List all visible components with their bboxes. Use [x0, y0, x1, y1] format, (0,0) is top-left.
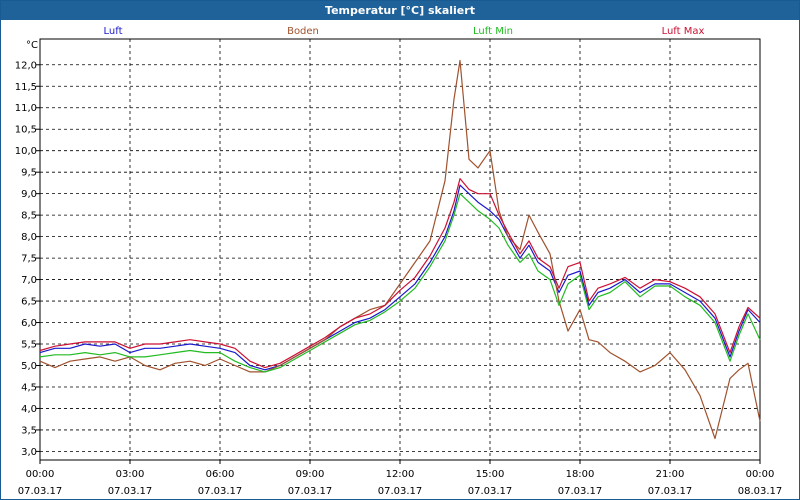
y-tick-label: 10,5	[15, 125, 37, 136]
x-tick-date-label: 07.03.17	[468, 486, 513, 497]
x-tick-date-label: 07.03.17	[558, 486, 603, 497]
y-tick-label: 12,0	[15, 60, 37, 71]
y-tick-label: 6,0	[21, 318, 37, 329]
y-tick-label: 8,0	[21, 232, 37, 243]
legend-entry: Luft Min	[473, 26, 513, 37]
y-tick-label: 3,0	[21, 447, 37, 458]
y-tick-label: 4,0	[21, 404, 37, 415]
x-tick-date-label: 07.03.17	[648, 486, 693, 497]
y-tick-label: 4,5	[21, 382, 37, 393]
x-tick-date-label: 07.03.17	[198, 486, 243, 497]
y-tick-label: 8,5	[21, 211, 37, 222]
legend: Luft Boden Luft Min Luft Max	[104, 26, 705, 37]
y-tick-label: 10,0	[15, 146, 37, 157]
x-tick-time-label: 00:00	[26, 469, 55, 480]
x-tick-time-label: 00:00	[746, 469, 775, 480]
y-tick-label: 7,5	[21, 254, 37, 265]
y-tick-label: 11,0	[15, 103, 37, 114]
x-tick-date-label: 07.03.17	[18, 486, 63, 497]
x-tick-date-label: 07.03.17	[108, 486, 153, 497]
x-tick-date-label: 07.03.17	[378, 486, 423, 497]
x-tick-time-label: 09:00	[296, 469, 325, 480]
x-axis: 00:00 07.03.17 03:00 07.03.17 06:00 07.03.17 0…	[18, 460, 783, 497]
x-tick-time-label: 12:00	[386, 469, 415, 480]
temperature-chart: 3,0 3,5 4,0 4,5 5,0 5,5 6,0 6,5 7,0 7,5 8,0 8,5 9,0 9…	[15, 26, 783, 497]
x-tick-time-label: 21:00	[656, 469, 685, 480]
x-tick-time-label: 06:00	[206, 469, 235, 480]
y-tick-label: 7,0	[21, 275, 37, 286]
x-tick-time-label: 15:00	[476, 469, 505, 480]
legend-entry: Boden	[287, 26, 319, 37]
y-tick-label: 5,5	[21, 340, 37, 351]
legend-entry: Luft Max	[662, 26, 705, 37]
y-tick-label: 5,0	[21, 361, 37, 372]
y-tick-label: 6,5	[21, 297, 37, 308]
x-tick-time-label: 18:00	[566, 469, 595, 480]
legend-entry: Luft	[104, 26, 123, 37]
x-tick-date-label: 07.03.17	[288, 486, 333, 497]
x-tick-date-label: 08.03.17	[738, 486, 783, 497]
y-axis-label: °C	[26, 40, 38, 51]
y-tick-label: 11,5	[15, 82, 37, 93]
x-tick-time-label: 03:00	[116, 469, 145, 480]
y-axis: 3,0 3,5 4,0 4,5 5,0 5,5 6,0 6,5 7,0 7,5 8,0 8,5 9,0 9…	[15, 60, 40, 458]
y-tick-label: 9,5	[21, 168, 37, 179]
y-tick-label: 9,0	[21, 189, 37, 200]
y-tick-label: 3,5	[21, 425, 37, 436]
